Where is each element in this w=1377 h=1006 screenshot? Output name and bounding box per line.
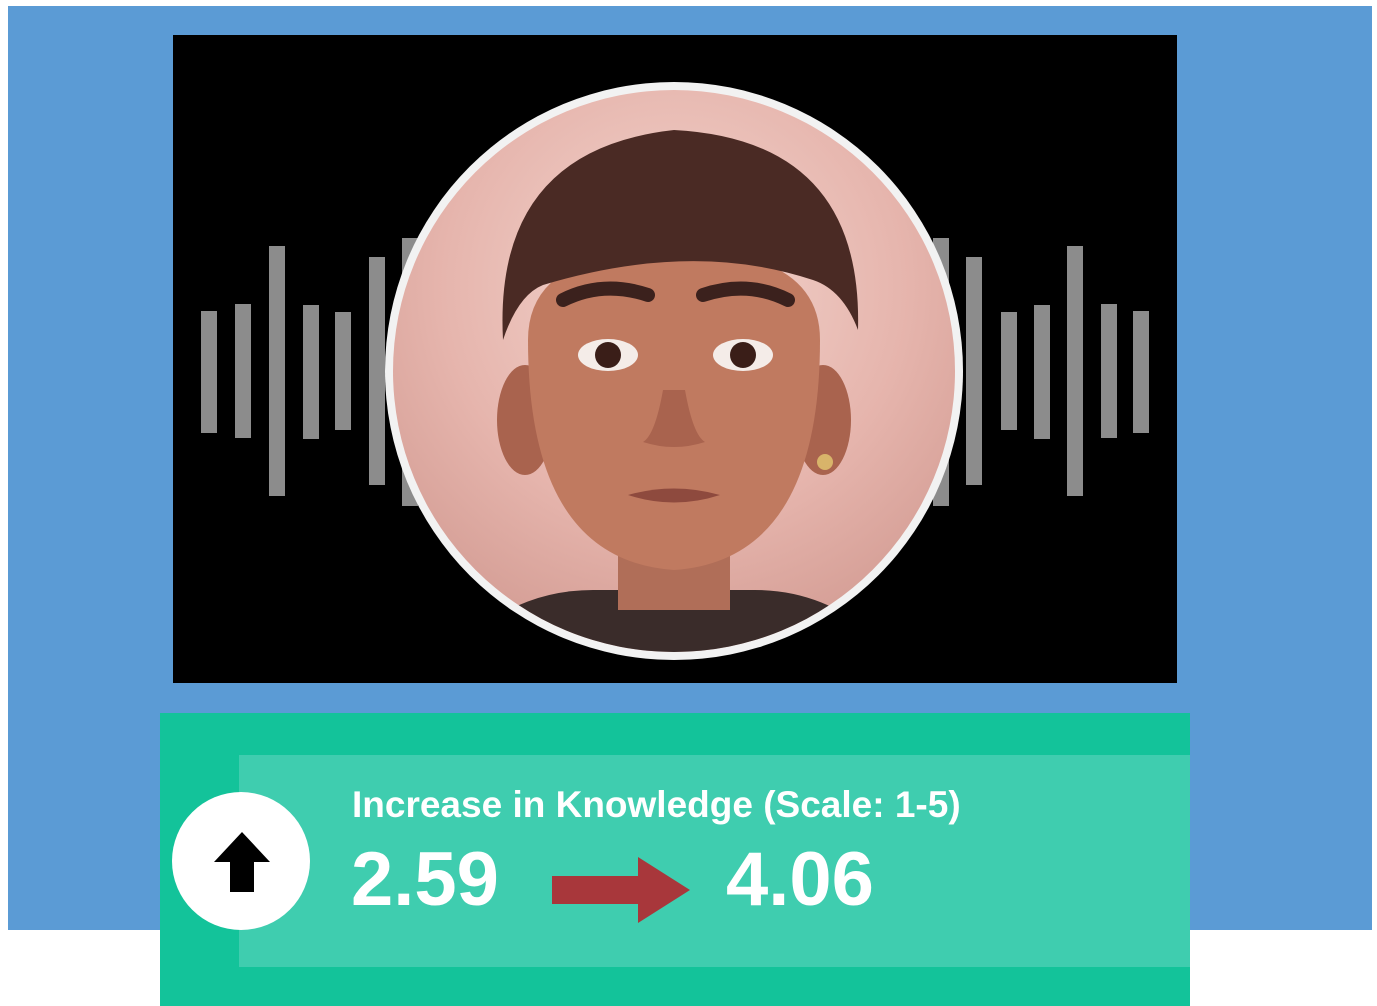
- waveform-bar: [235, 304, 251, 438]
- waveform-bar: [303, 305, 319, 439]
- page: Increase in Knowledge (Scale: 1-5) 2.59 …: [0, 0, 1377, 1006]
- arrow-right-icon: [552, 857, 690, 923]
- waveform-bar: [369, 257, 385, 485]
- waveform-bar: [1001, 312, 1017, 430]
- stat-after-value: 4.06: [726, 837, 874, 922]
- waveform-bar: [335, 312, 351, 430]
- waveform-bar: [966, 257, 982, 485]
- arrow-up-icon: [214, 832, 270, 892]
- avatar: [393, 90, 955, 652]
- avatar-illustration: [453, 130, 893, 652]
- up-badge: [172, 792, 310, 930]
- waveform-bar: [1067, 246, 1083, 496]
- waveform-bar: [269, 246, 285, 496]
- waveform-bar: [1101, 304, 1117, 438]
- waveform-bar: [1034, 305, 1050, 439]
- stat-before-value: 2.59: [351, 837, 499, 922]
- stat-title: Increase in Knowledge (Scale: 1-5): [352, 784, 961, 825]
- waveform-bar: [201, 311, 217, 433]
- waveform-bar: [1133, 311, 1149, 433]
